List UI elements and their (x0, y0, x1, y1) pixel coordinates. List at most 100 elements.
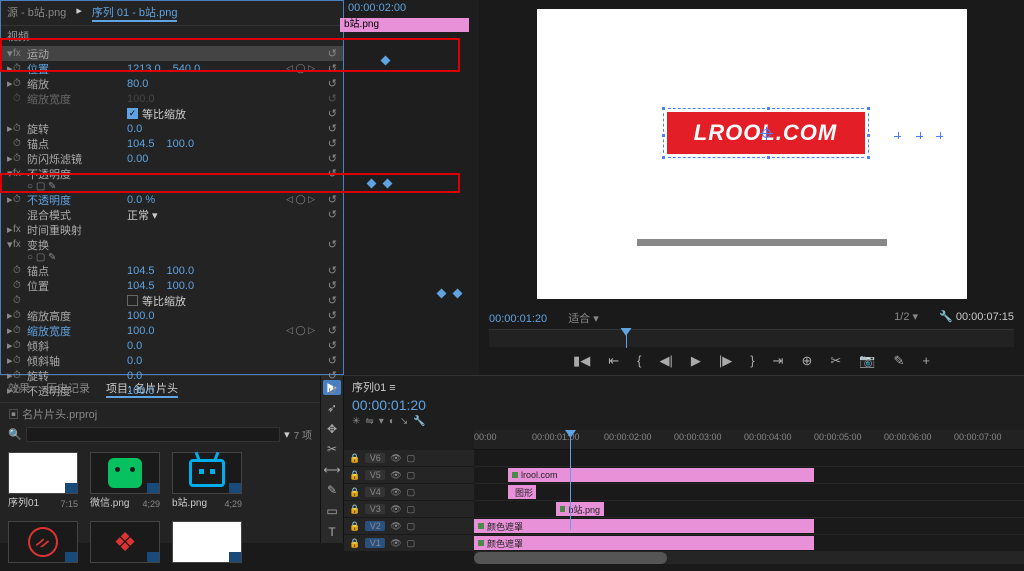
position-x-value[interactable]: 1213.0 (127, 63, 161, 75)
project-thumbnail[interactable] (172, 521, 242, 563)
t-position-x[interactable]: 104.5 (127, 280, 155, 292)
opacity-effect-row[interactable]: ▾ fx 不透明度 ↺ (1, 166, 343, 181)
effect-clip-bar[interactable]: b站.png (340, 18, 469, 32)
t-skew-axis-row[interactable]: ▸ ⏱ 倾斜轴 0.0 ↺ (1, 353, 343, 368)
resize-handle[interactable] (766, 106, 771, 111)
sequence-tab[interactable]: 序列 01 - b站.png (92, 4, 178, 22)
track-header[interactable]: 🔒V4👁▢ (344, 484, 474, 501)
lock-icon[interactable]: 🔒 (349, 538, 360, 549)
track-header[interactable]: 🔒V3👁▢ (344, 501, 474, 518)
program-canvas[interactable]: LROOL.COM (537, 9, 967, 299)
tool-button-5[interactable]: ✎ (323, 483, 341, 498)
timeline-option-4[interactable]: ↘ (400, 416, 408, 427)
stopwatch-icon[interactable]: ⏱ (13, 295, 27, 306)
track-header[interactable]: 🔒V5👁▢ (344, 467, 474, 484)
scale-row[interactable]: ▸ ⏱ 缩放 80.0 ↺ (1, 76, 343, 91)
position-y-value[interactable]: 540.0 (173, 63, 201, 75)
transport-button-1[interactable]: ⇤ (608, 353, 619, 369)
transport-button-5[interactable]: |▶ (719, 353, 732, 369)
time-remap-row[interactable]: ▸ fx 时间重映射 (1, 222, 343, 237)
transport-button-2[interactable]: { (637, 353, 641, 369)
track-header[interactable]: 🔒V2👁▢ (344, 518, 474, 535)
blend-value[interactable]: 正常 ▾ (127, 207, 158, 223)
stopwatch-icon[interactable]: ⏱ (13, 78, 27, 89)
stopwatch-icon[interactable]: ⏱ (13, 370, 27, 381)
stopwatch-icon[interactable]: ⏱ (13, 310, 27, 321)
stopwatch-icon[interactable]: ⏱ (13, 194, 27, 205)
track-lane[interactable]: 颜色遮罩 (474, 535, 1024, 552)
project-search-input[interactable] (26, 427, 280, 442)
timeline-option-5[interactable]: 🔧 (413, 416, 425, 427)
t-rotation-row[interactable]: ▸ ⏱ 旋转 0.0 ↺ (1, 368, 343, 383)
lock-icon[interactable]: 🔒 (349, 453, 360, 464)
track-header[interactable]: 🔒V1👁▢ (344, 535, 474, 552)
keyframe-diamond-icon[interactable] (367, 179, 377, 189)
lock-icon[interactable]: 🔒 (349, 504, 360, 515)
fit-dropdown[interactable]: 适合 ▾ (568, 313, 599, 325)
flicker-row[interactable]: ▸ ⏱ 防闪烁滤镜 0.00 ↺ (1, 151, 343, 166)
checkbox-icon[interactable]: ✓ (127, 108, 138, 119)
timeline-option-2[interactable]: ▾ (379, 416, 384, 427)
project-item[interactable]: ᨀ (8, 521, 78, 563)
transport-button-0[interactable]: ▮◀ (573, 353, 590, 369)
tool-button-3[interactable]: ✂ (323, 442, 341, 457)
transport-button-4[interactable]: ▶ (691, 353, 701, 369)
scale-value[interactable]: 80.0 (127, 78, 148, 90)
t-opacity-row[interactable]: ▸ ⏱ 不透明度 100.0 ↺ (1, 383, 343, 398)
program-playhead[interactable] (626, 330, 627, 348)
track-lane[interactable]: lrool.com (474, 467, 1024, 484)
lock-icon[interactable]: 🔒 (349, 487, 360, 498)
settings-icon[interactable]: 🔧 (939, 311, 953, 323)
scrollbar-thumb[interactable] (474, 552, 667, 564)
track-name[interactable]: V2 (365, 521, 385, 531)
reset-icon[interactable]: ↺ (328, 77, 337, 90)
reset-icon[interactable]: ↺ (328, 167, 337, 180)
timeline-clip[interactable]: 颜色遮罩 (474, 536, 814, 550)
stopwatch-icon[interactable]: ⏱ (13, 385, 27, 396)
stopwatch-icon[interactable]: ⏱ (13, 63, 27, 74)
opacity-masks-row[interactable]: ○ ▢ ✎ (1, 181, 343, 192)
reset-icon[interactable]: ↺ (328, 62, 337, 75)
track-output-icon[interactable]: ▢ (407, 538, 416, 549)
motion-effect-row[interactable]: ▾ fx 运动 ↺ (1, 46, 343, 61)
lock-icon[interactable]: 🔒 (349, 521, 360, 532)
transport-button-8[interactable]: ⊕ (801, 353, 812, 369)
reset-icon[interactable]: ↺ (328, 137, 337, 150)
reset-icon[interactable]: ↺ (328, 324, 337, 337)
transport-button-11[interactable]: ✎ (893, 353, 904, 369)
stopwatch-icon[interactable]: ⏱ (13, 153, 27, 164)
project-item[interactable]: ❖ (90, 521, 160, 563)
anchor-x-value[interactable]: 104.5 (127, 138, 155, 150)
motion-path-keyframe[interactable] (917, 133, 922, 138)
timeline-option-0[interactable]: ✳ (352, 416, 360, 427)
t-skew-value[interactable]: 0.0 (127, 340, 142, 352)
eye-icon[interactable]: 👁 (390, 470, 401, 481)
t-anchor-row[interactable]: ⏱ 锚点 104.5 100.0 ↺ (1, 263, 343, 278)
keyframe-diamond-icon[interactable] (453, 289, 463, 299)
transform-masks-row[interactable]: ○ ▢ ✎ (1, 252, 343, 263)
t-rotation-value[interactable]: 0.0 (127, 370, 142, 382)
reset-icon[interactable]: ↺ (328, 47, 337, 60)
lock-icon[interactable]: 🔒 (349, 470, 360, 481)
flicker-value[interactable]: 0.00 (127, 153, 148, 165)
track-name[interactable]: V6 (365, 453, 385, 463)
motion-path-keyframe[interactable] (895, 133, 900, 138)
timeline-option-3[interactable]: ◐ (389, 416, 395, 427)
opacity-value-row[interactable]: ▸ ⏱ 不透明度 0.0 % ◁ ◯ ▷ ↺ (1, 192, 343, 207)
t-skew-row[interactable]: ▸ ⏱ 倾斜 0.0 ↺ (1, 338, 343, 353)
rotation-row[interactable]: ▸ ⏱ 旋转 0.0 ↺ (1, 121, 343, 136)
stopwatch-icon[interactable]: ⏱ (13, 138, 27, 149)
tool-button-7[interactable]: T (323, 524, 341, 539)
tool-button-1[interactable]: ➶ (323, 401, 341, 416)
t-skew-axis-value[interactable]: 0.0 (127, 355, 142, 367)
track-name[interactable]: V5 (365, 470, 385, 480)
keyframe-nav[interactable]: ◁ ◯ ▷ (286, 194, 315, 205)
t-position-row[interactable]: ⏱ 位置 104.5 100.0 ↺ (1, 278, 343, 293)
reset-icon[interactable]: ↺ (328, 354, 337, 367)
reset-icon[interactable]: ↺ (328, 152, 337, 165)
eye-icon[interactable]: 👁 (390, 521, 401, 532)
scale-width-row[interactable]: ⏱ 缩放宽度 100.0 ↺ (1, 91, 343, 106)
position-row[interactable]: ▸ ⏱ 位置 1213.0 540.0 ◁ ◯ ▷ ↺ (1, 61, 343, 76)
project-item[interactable]: b站.png4;29 (172, 452, 242, 509)
opacity-value[interactable]: 0.0 % (127, 194, 155, 206)
